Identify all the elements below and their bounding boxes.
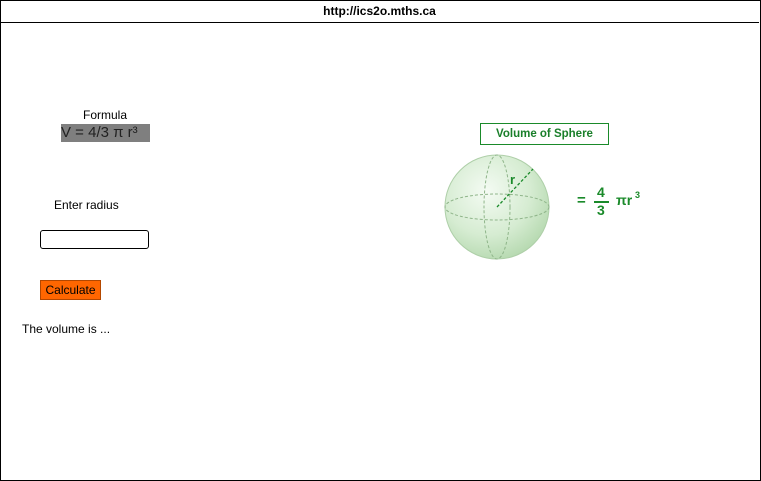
eq-pi-r: πr: [616, 192, 633, 208]
eq-numerator: 4: [597, 184, 605, 200]
radius-label-r: r: [510, 172, 515, 187]
formula-value: V = 4/3 π r³: [61, 124, 150, 142]
radius-label: Enter radius: [54, 198, 119, 212]
eq-denominator: 3: [597, 202, 605, 218]
url-bar: http://ics2o.mths.ca: [0, 0, 759, 23]
formula-label: Formula: [82, 108, 127, 122]
calculate-button[interactable]: Calculate: [40, 280, 101, 300]
diagram-title: Volume of Sphere: [480, 123, 609, 145]
radius-input[interactable]: [40, 230, 149, 249]
eq-exponent: 3: [635, 190, 641, 200]
eq-equals: =: [577, 192, 586, 209]
sphere-diagram: r: [444, 154, 550, 260]
volume-result: The volume is ...: [22, 322, 111, 336]
